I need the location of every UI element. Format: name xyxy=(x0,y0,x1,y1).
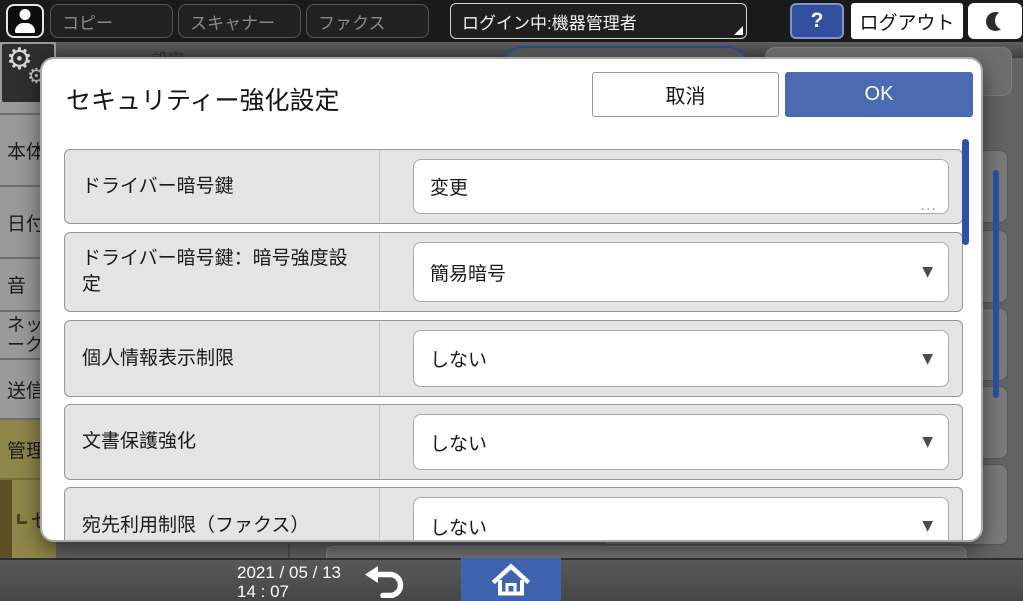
setting-label: ドライバー暗号鍵：暗号強度設定 xyxy=(65,233,380,311)
setting-value: 変更 xyxy=(430,173,468,200)
setting-label: 宛先利用制限（ファクス） xyxy=(65,488,380,542)
chevron-down-icon: ▼ xyxy=(922,264,933,280)
setting-row-document-protection: 文書保護強化 しない ▼ xyxy=(64,404,963,480)
tab-copy[interactable]: コピー xyxy=(50,4,173,38)
setting-label: 文書保護強化 xyxy=(65,405,380,479)
home-button[interactable] xyxy=(461,558,561,601)
chevron-down-icon: ▼ xyxy=(922,518,933,534)
setting-row-fax-destination-restriction: 宛先利用制限（ファクス） しない ▼ xyxy=(64,487,963,542)
back-button[interactable] xyxy=(352,560,418,601)
setting-row-driver-encryption-key: ドライバー暗号鍵 変更 ... xyxy=(64,149,963,224)
personal-info-dropdown[interactable]: しない ▼ xyxy=(413,330,949,387)
tab-scanner[interactable]: スキャナー xyxy=(178,4,301,38)
chevron-down-icon: ▼ xyxy=(922,351,933,367)
selected-sub-indicator xyxy=(0,480,12,558)
ok-button[interactable]: OK xyxy=(785,72,973,117)
setting-label: 個人情報表示制限 xyxy=(65,321,380,396)
dialog-scrollbar-thumb[interactable] xyxy=(962,139,969,245)
date-text: 2021 / 05 / 13 xyxy=(237,563,341,582)
selected-value: しない xyxy=(430,345,487,372)
sleep-mode-button[interactable] xyxy=(968,3,1022,39)
user-account-button[interactable] xyxy=(6,4,44,38)
security-settings-dialog: セキュリティー強化設定 取消 OK ドライバー暗号鍵 変更 ... ドライバー暗… xyxy=(40,57,983,542)
device-touchscreen: 設定 ⚙ ⚙ 本体 日付 音 ネッ ーク 送信 xyxy=(0,0,1023,601)
setting-row-personal-info-restriction: 個人情報表示制限 しない ▼ xyxy=(64,320,963,397)
bottom-navigation-bar: 2021 / 05 / 13 14 : 07 xyxy=(0,558,1023,601)
document-protection-dropdown[interactable]: しない ▼ xyxy=(413,414,949,470)
setting-label: ドライバー暗号鍵 xyxy=(65,150,380,223)
ellipsis-icon: ... xyxy=(921,197,937,215)
logout-button[interactable]: ログアウト xyxy=(851,3,963,39)
home-icon xyxy=(491,563,531,597)
fax-destination-dropdown[interactable]: しない ▼ xyxy=(413,497,949,542)
moon-icon xyxy=(984,10,1007,33)
top-status-bar: コピー スキャナー ファクス ログイン中:機器管理者 ? ログアウト xyxy=(0,0,1023,42)
background-panel-divider xyxy=(288,544,290,558)
sub-level-corner-icon xyxy=(17,514,27,524)
time-text: 14 : 07 xyxy=(237,582,341,601)
back-arrow-icon xyxy=(362,564,408,598)
user-icon xyxy=(14,9,36,33)
selected-value: しない xyxy=(430,513,487,540)
help-button[interactable]: ? xyxy=(790,3,844,39)
change-button[interactable]: 変更 ... xyxy=(413,159,949,214)
date-time-display: 2021 / 05 / 13 14 : 07 xyxy=(237,563,341,601)
selected-value: しない xyxy=(430,429,487,456)
tab-fax[interactable]: ファクス xyxy=(306,4,429,38)
selected-value: 簡易暗号 xyxy=(430,259,506,286)
setting-row-encryption-strength: ドライバー暗号鍵：暗号強度設定 簡易暗号 ▼ xyxy=(64,232,963,312)
encryption-strength-dropdown[interactable]: 簡易暗号 ▼ xyxy=(413,242,949,302)
background-bottom-panel xyxy=(326,546,966,558)
chevron-down-icon: ▼ xyxy=(922,434,933,450)
background-scrollbar-thumb xyxy=(993,170,999,398)
login-status-button[interactable]: ログイン中:機器管理者 xyxy=(450,3,747,39)
dialog-title: セキュリティー強化設定 xyxy=(66,81,340,117)
cancel-button[interactable]: 取消 xyxy=(592,72,779,117)
